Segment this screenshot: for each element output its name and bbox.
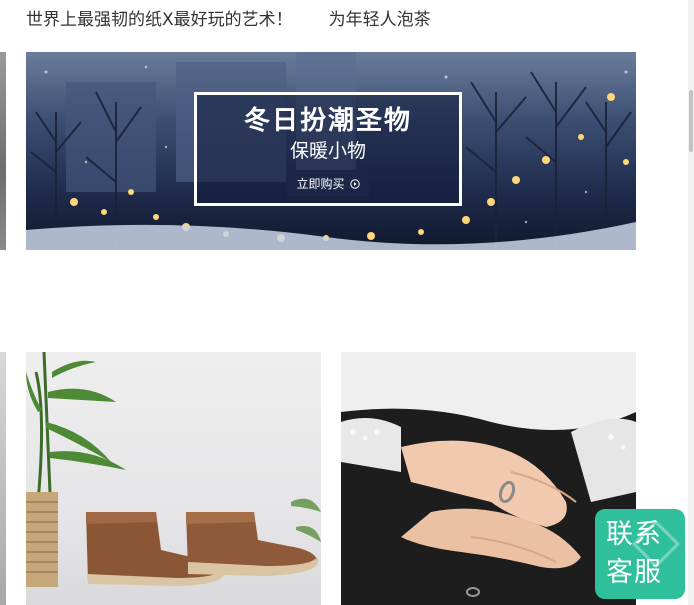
product-ring-image[interactable] bbox=[341, 352, 636, 605]
banner-promo-box: 冬日扮潮圣物 保暖小物 立即购买 bbox=[194, 92, 462, 206]
service-line-1: 联系 bbox=[606, 519, 662, 550]
top-link-paper-art[interactable]: 世界上最强韧的纸X最好玩的艺术！ bbox=[26, 8, 293, 32]
top-link-tea[interactable]: 为年轻人泡茶 bbox=[329, 8, 431, 32]
scrollbar-thumb[interactable] bbox=[689, 90, 693, 152]
boots-photo bbox=[26, 352, 321, 587]
banner-subtitle: 保暖小物 bbox=[289, 140, 366, 162]
product-boots-image[interactable] bbox=[26, 352, 321, 605]
page: 世界上最强韧的纸X最好玩的艺术！ 为年轻人泡茶 冬日扮潮圣物 保暖小物 立即购买… bbox=[0, 0, 694, 605]
winter-banner[interactable]: 冬日扮潮圣物 保暖小物 立即购买 bbox=[26, 52, 636, 250]
top-links: 世界上最强韧的纸X最好玩的艺术！ 为年轻人泡茶 bbox=[26, 8, 431, 32]
previous-product-edge[interactable] bbox=[0, 352, 6, 605]
buy-now-button[interactable]: 立即购买 bbox=[287, 170, 369, 196]
banner-title: 冬日扮潮圣物 bbox=[243, 106, 412, 136]
page-scrollbar[interactable] bbox=[688, 0, 694, 605]
contact-service-button[interactable]: 联系 客服 bbox=[595, 509, 685, 599]
previous-banner-edge[interactable] bbox=[0, 52, 6, 250]
buy-now-label: 立即购买 bbox=[296, 176, 345, 191]
circle-arrow-icon bbox=[349, 178, 360, 189]
service-line-2: 客服 bbox=[606, 557, 662, 588]
ring-hands-photo bbox=[341, 352, 636, 605]
